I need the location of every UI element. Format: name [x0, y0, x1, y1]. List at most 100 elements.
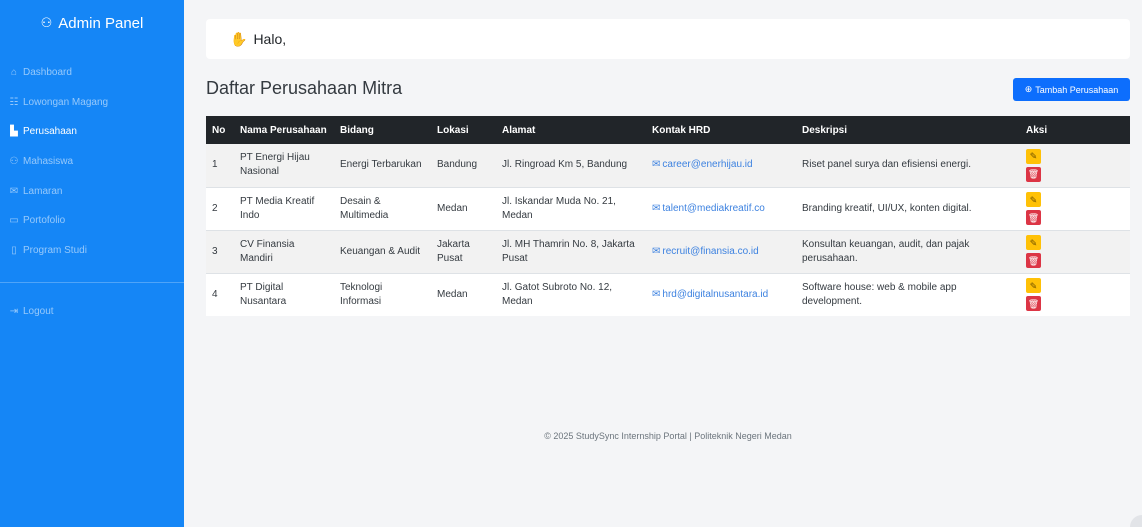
- edit-button[interactable]: ✎: [1026, 148, 1041, 164]
- mail-icon: ✉: [9, 185, 19, 197]
- email-link[interactable]: talent@mediakreatif.co: [662, 203, 764, 214]
- table-row: 2 PT Media Kreatif Indo Desain & Multime…: [206, 186, 1130, 230]
- cell-kontak[interactable]: ✉ talent@mediakreatif.co: [646, 186, 796, 230]
- cell-alamat: Jl. Gatot Subroto No. 12, Medan: [496, 272, 646, 316]
- table-header-row: No Nama Perusahaan Bidang Lokasi Alamat …: [206, 116, 1130, 144]
- sidebar-item-lowongan-magang[interactable]: ☷ Lowongan Magang: [0, 88, 184, 118]
- folder-icon: ▭: [9, 215, 19, 227]
- company-table: No Nama Perusahaan Bidang Lokasi Alamat …: [206, 116, 1130, 316]
- cell-aksi: ✎ 🗑: [1020, 229, 1130, 273]
- cell-kontak[interactable]: ✉ hrd@digitalnusantara.id: [646, 272, 796, 316]
- envelope-icon: ✉: [652, 245, 661, 257]
- plus-circle-icon: ⊕: [1024, 84, 1033, 94]
- sidebar-item-label: Lamaran: [23, 185, 63, 197]
- email-link[interactable]: career@enerhijau.id: [662, 159, 752, 170]
- sidebar-item-label: Mahasiswa: [23, 156, 74, 168]
- cell-alamat: Jl. Iskandar Muda No. 21, Medan: [496, 186, 646, 230]
- cell-no: 3: [206, 229, 234, 273]
- pencil-icon: ✎: [1029, 151, 1038, 162]
- cell-no: 1: [212, 159, 218, 171]
- sidebar-item-dashboard[interactable]: ⌂ Dashboard: [0, 58, 184, 88]
- main-content: ✋ Halo, Daftar Perusahaan Mitra ⊕ Tambah…: [184, 0, 1142, 527]
- delete-button[interactable]: 🗑: [1026, 296, 1041, 312]
- email-link[interactable]: hrd@digitalnusantara.id: [662, 289, 768, 300]
- cell-deskripsi: Konsultan keuangan, audit, dan pajak per…: [796, 229, 1020, 273]
- sidebar-item-label: Lowongan Magang: [23, 96, 109, 108]
- table-row: 1 PT Energi Hijau Nasional Energi Terbar…: [206, 144, 1130, 187]
- logout-icon: ⇥: [9, 306, 19, 318]
- cell-kontak[interactable]: ✉ career@enerhijau.id: [646, 144, 796, 187]
- trash-icon: 🗑: [1027, 169, 1040, 180]
- trash-icon: 🗑: [1027, 298, 1040, 309]
- sidebar-item-portofolio[interactable]: ▭ Portofolio: [0, 206, 184, 236]
- column-header[interactable]: Deskripsi: [796, 116, 1020, 144]
- column-header[interactable]: Kontak HRD: [646, 116, 796, 144]
- page-title: Daftar Perusahaan Mitra: [206, 78, 403, 98]
- cell-deskripsi: Software house: web & mobile app develop…: [796, 272, 1020, 316]
- cell-nama: PT Media Kreatif Indo: [234, 186, 334, 230]
- delete-button[interactable]: 🗑: [1026, 253, 1041, 268]
- users-icon: ⚇: [40, 15, 53, 30]
- column-header[interactable]: Aksi: [1020, 116, 1130, 144]
- cell-nama: PT Energi Hijau Nasional: [240, 152, 310, 178]
- cell-bidang: Desain & Multimedia: [334, 186, 431, 230]
- cell-alamat: Jl. Ringroad Km 5, Bandung: [502, 159, 628, 171]
- cell-aksi: ✎ 🗑: [1020, 144, 1130, 187]
- envelope-icon: ✉: [652, 159, 661, 171]
- cell-lokasi: Bandung: [437, 159, 478, 171]
- table-row: 4 PT Digital Nusantara Teknologi Informa…: [206, 272, 1130, 316]
- edit-button[interactable]: ✎: [1026, 192, 1041, 207]
- cell-lokasi: Jakarta Pusat: [431, 229, 496, 273]
- cell-nama: CV Finansia Mandiri: [234, 229, 334, 273]
- cell-deskripsi: Branding kreatif, UI/UX, konten digital.: [796, 186, 1020, 230]
- sidebar-item-label: Perusahaan: [23, 126, 77, 138]
- sidebar-item-logout[interactable]: ⇥ Logout: [0, 297, 184, 327]
- column-header[interactable]: Bidang: [334, 116, 431, 144]
- table-row: 3 CV Finansia Mandiri Keuangan & Audit J…: [206, 229, 1130, 273]
- greeting: Halo,: [253, 31, 287, 47]
- sidebar-item-label: Dashboard: [23, 67, 72, 79]
- cell-aksi: ✎ 🗑: [1020, 272, 1130, 316]
- trash-icon: 🗑: [1027, 255, 1040, 266]
- cell-bidang: Keuangan & Audit: [334, 229, 431, 273]
- sidebar-item-program-studi[interactable]: ▯ Program Studi: [0, 236, 184, 266]
- home-icon: ⌂: [10, 67, 18, 79]
- cell-no: 2: [206, 186, 234, 230]
- brand[interactable]: ⚇ Admin Panel: [0, 0, 184, 46]
- add-company-button[interactable]: ⊕ Tambah Perusahaan: [1013, 78, 1130, 101]
- cell-alamat: Jl. MH Thamrin No. 8, Jakarta Pusat: [496, 229, 646, 273]
- envelope-icon: ✉: [652, 202, 661, 214]
- pencil-icon: ✎: [1029, 237, 1038, 248]
- list-icon: ☷: [9, 96, 19, 108]
- cell-deskripsi: Riset panel surya dan efisiensi energi.: [802, 159, 971, 171]
- sidebar-item-mahasiswa[interactable]: ⚇ Mahasiswa: [0, 147, 184, 177]
- email-link[interactable]: recruit@finansia.co.id: [662, 246, 758, 257]
- column-header[interactable]: Alamat: [496, 116, 646, 144]
- cell-no: 4: [206, 272, 234, 316]
- delete-button[interactable]: 🗑: [1026, 166, 1041, 182]
- column-header[interactable]: Lokasi: [431, 116, 496, 144]
- edit-button[interactable]: ✎: [1026, 278, 1041, 294]
- delete-button[interactable]: 🗑: [1026, 210, 1041, 225]
- chart-icon: ▙: [10, 126, 18, 138]
- sidebar-item-label: Portofolio: [23, 215, 66, 227]
- people-icon: ⚇: [9, 156, 19, 168]
- sidebar-item-label: Logout: [23, 306, 54, 318]
- book-icon: ▯: [11, 244, 17, 256]
- add-company-label: Tambah Perusahaan: [1035, 84, 1119, 95]
- envelope-icon: ✉: [652, 288, 661, 300]
- cell-bidang: Energi Terbarukan: [340, 159, 422, 171]
- cell-aksi: ✎ 🗑: [1020, 186, 1130, 230]
- pencil-icon: ✎: [1029, 194, 1038, 205]
- trash-icon: 🗑: [1027, 212, 1040, 223]
- cell-kontak[interactable]: ✉ recruit@finansia.co.id: [646, 229, 796, 273]
- column-header[interactable]: No: [206, 116, 234, 144]
- edit-button[interactable]: ✎: [1026, 235, 1041, 250]
- sidebar-item-lamaran[interactable]: ✉ Lamaran: [0, 176, 184, 206]
- sidebar-item-perusahaan[interactable]: ▙ Perusahaan: [0, 117, 184, 147]
- sidebar-item-label: Program Studi: [23, 244, 87, 256]
- sidebar: ⚇ Admin Panel ⌂ Dashboard ☷ Lowongan Mag…: [0, 0, 184, 527]
- column-header[interactable]: Nama Perusahaan: [234, 116, 334, 144]
- cell-nama: PT Digital Nusantara: [234, 272, 334, 316]
- brand-title: Admin Panel: [58, 14, 144, 32]
